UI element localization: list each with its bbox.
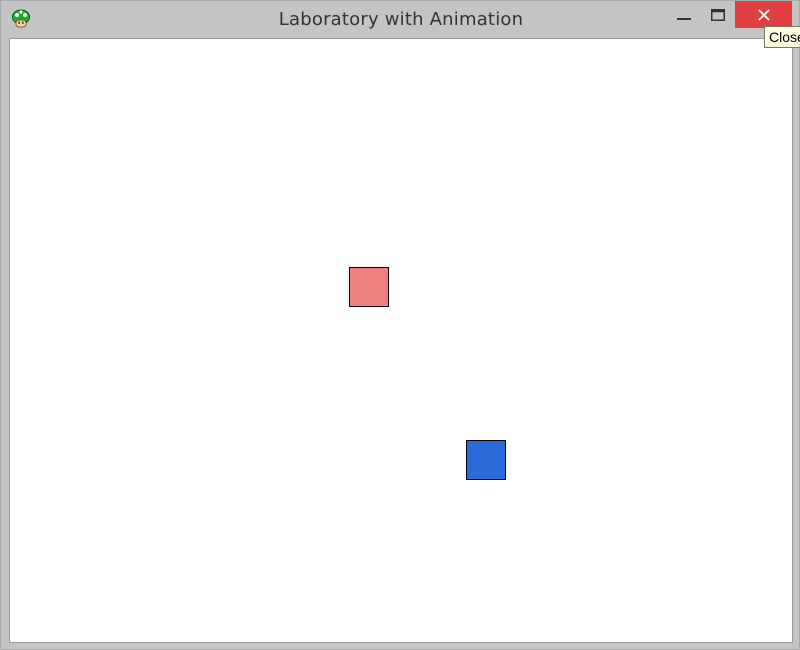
minimize-icon (676, 17, 691, 20)
minimize-button[interactable] (667, 1, 700, 28)
red-square[interactable] (349, 267, 389, 307)
animation-canvas[interactable] (9, 38, 793, 643)
blue-square[interactable] (466, 440, 506, 480)
close-icon (757, 8, 770, 21)
title-bar[interactable]: Laboratory with Animation (1, 1, 800, 38)
app-window: Laboratory with Animation Close (0, 0, 800, 650)
maximize-button[interactable] (701, 1, 734, 28)
green-mushroom-icon[interactable] (11, 9, 31, 29)
close-tooltip: Close (764, 26, 800, 48)
close-button[interactable] (735, 1, 792, 28)
maximize-icon (710, 8, 725, 21)
